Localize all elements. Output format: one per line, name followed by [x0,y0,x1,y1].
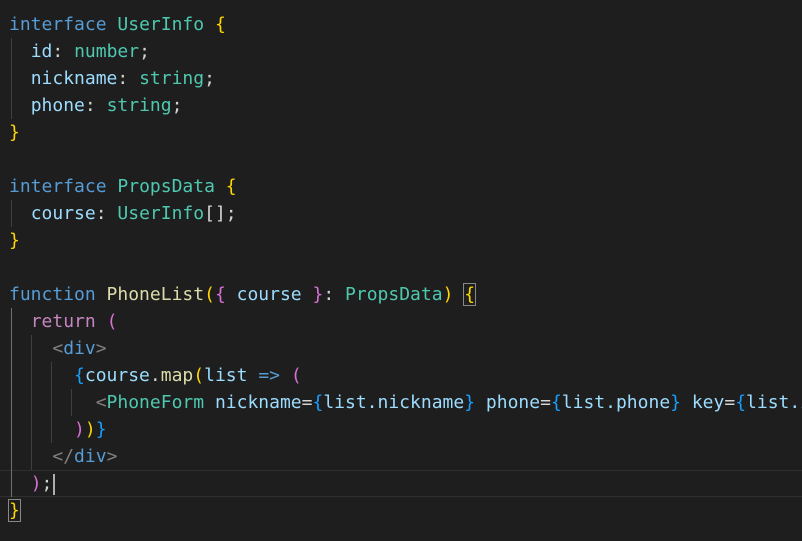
property-name: nickname [30,68,118,89]
jsx-tag: div [63,338,96,359]
type-name: UserInfo [117,203,205,224]
code-line-18[interactable]: ); [0,470,802,497]
code-line-17[interactable]: </div> [9,443,802,470]
brace: { [463,283,477,306]
attr-name: key [691,392,725,413]
component-name: PhoneForm [106,392,205,413]
attr-value: list.phone [561,392,671,413]
code-editor[interactable]: interface UserInfo { id: number; nicknam… [0,0,802,541]
indent-guide [11,92,12,119]
code-line-12[interactable]: return ( [9,308,802,335]
keyword: return [30,311,96,332]
code-line-8[interactable]: course: UserInfo[]; [9,200,802,227]
code-line-11[interactable]: function PhoneList({ course }: PropsData… [9,281,802,308]
attr-value: list.nickname [323,392,465,413]
param-name: list [204,365,248,386]
indent-guide [11,38,12,65]
code-line-13[interactable]: <div> [9,335,802,362]
code-lines: interface UserInfo { id: number; nicknam… [8,11,802,524]
code-line-7[interactable]: interface PropsData { [9,173,802,200]
type-name: UserInfo [117,14,205,35]
indent-guide [51,362,52,389]
property-name: course [30,203,96,224]
brace: { [214,14,226,35]
type-name: number [74,41,140,62]
code-line-16[interactable]: ))} [9,416,802,443]
code-line-5[interactable]: } [9,119,802,146]
attr-value: list.id [746,392,802,413]
jsx-tag: div [74,446,107,467]
type-name: PropsData [345,284,443,305]
code-line-9[interactable]: } [9,227,802,254]
object-name: course [84,365,150,386]
code-line-4[interactable]: phone: string; [9,92,802,119]
param-name: course [236,284,302,305]
brace: } [9,230,20,251]
attr-name: phone [485,392,541,413]
code-line-6[interactable] [9,146,802,173]
brace: { [225,176,237,197]
attr-name: nickname [214,392,302,413]
code-line-19[interactable]: } [8,497,802,524]
keyword: interface [9,176,107,197]
indent-guide [11,200,12,227]
paren: ( [106,311,118,332]
indent-guide [31,335,32,362]
method-name: map [160,365,194,386]
array-suffix: []; [204,203,237,224]
keyword: function [9,284,96,305]
indent-guide [11,65,12,92]
code-line-2[interactable]: id: number; [9,38,802,65]
code-line-3[interactable]: nickname: string; [9,65,802,92]
function-name: PhoneList [106,284,205,305]
code-line-1[interactable]: interface UserInfo { [9,11,802,38]
indent-guide [71,389,72,416]
indent-guide [11,308,12,335]
property-name: phone [30,95,85,116]
code-line-10[interactable] [9,254,802,281]
property-name: id [30,41,53,62]
keyword: interface [9,14,107,35]
type-name: string [106,95,172,116]
paren: ( [290,365,302,386]
arrow: => [258,365,280,386]
type-name: PropsData [117,176,215,197]
text-cursor [53,473,56,495]
type-name: string [139,68,205,89]
brace: } [9,122,20,143]
code-line-15[interactable]: <PhoneForm nickname={list.nickname} phon… [9,389,802,416]
code-line-14[interactable]: {course.map(list => ( [9,362,802,389]
brace: } [8,499,21,522]
